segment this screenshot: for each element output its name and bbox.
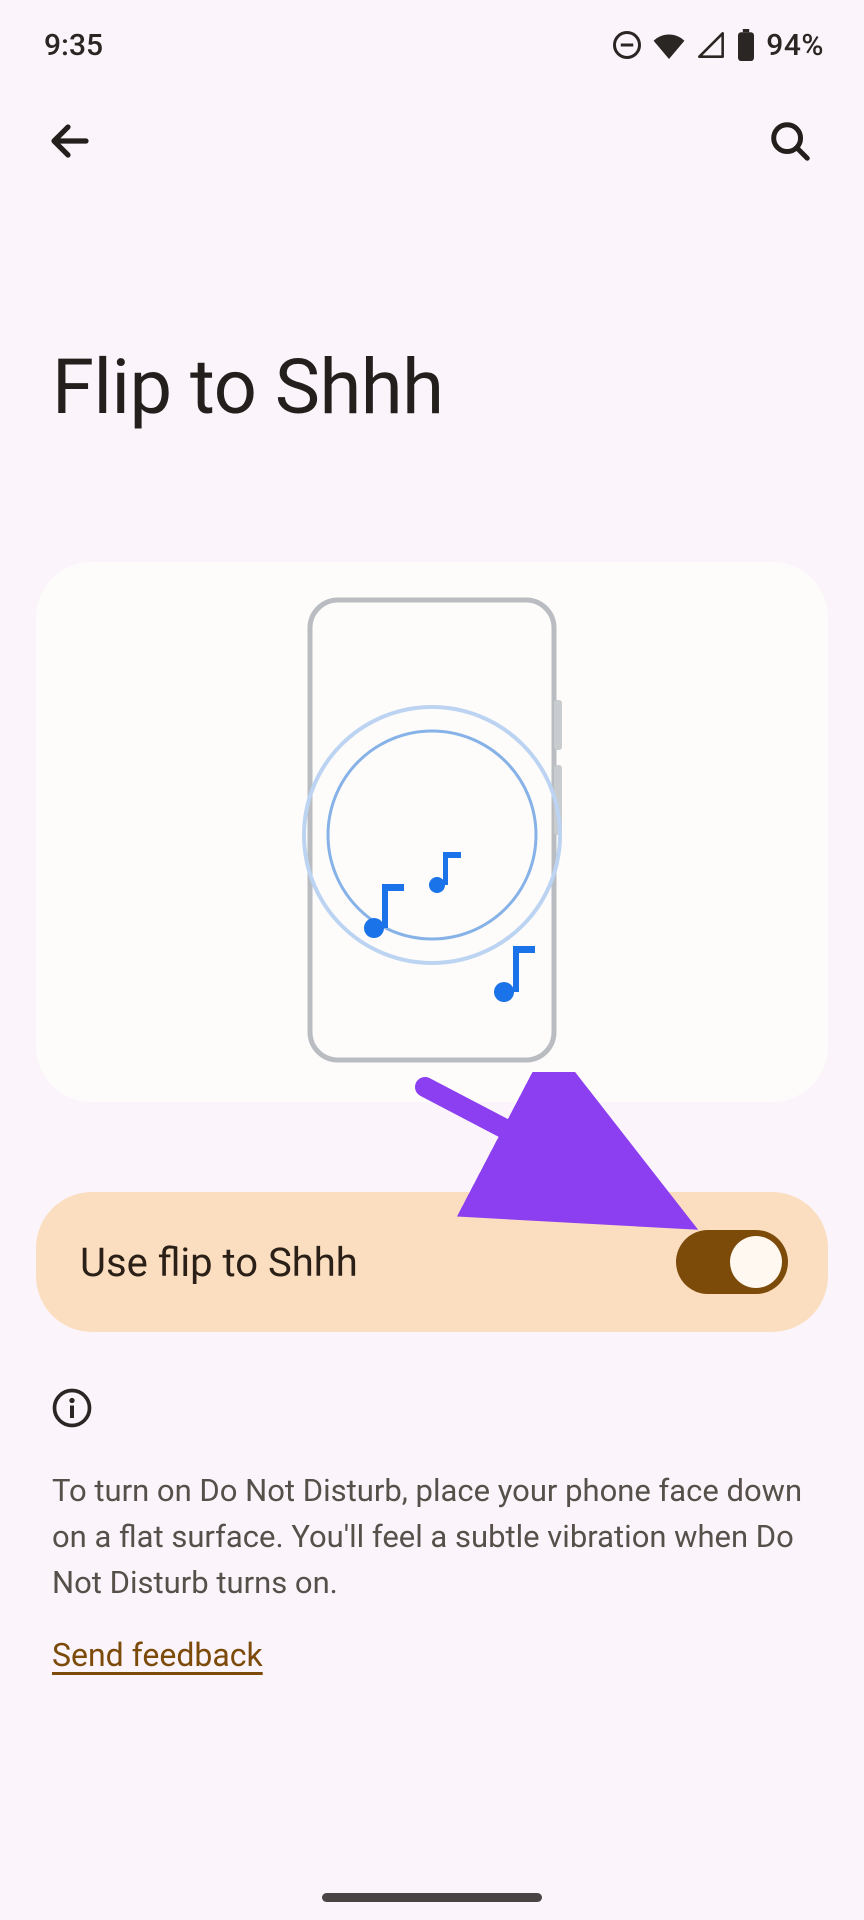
info-text: To turn on Do Not Disturb, place your ph… — [52, 1468, 812, 1606]
toggle-row[interactable]: Use flip to Shhh — [36, 1192, 828, 1332]
app-bar — [0, 72, 864, 172]
flip-shhh-illustration — [282, 590, 582, 1074]
status-time: 9:35 — [44, 28, 103, 63]
arrow-back-icon — [46, 117, 94, 168]
gesture-nav-handle[interactable] — [322, 1893, 542, 1902]
cell-signal-icon — [696, 31, 726, 59]
battery-icon — [736, 29, 756, 61]
battery-percent: 94% — [766, 28, 824, 63]
toggle-label: Use flip to Shhh — [80, 1239, 358, 1286]
illustration-card — [36, 562, 828, 1102]
dnd-icon — [612, 30, 642, 60]
page-title: Flip to Shhh — [0, 172, 864, 432]
send-feedback-link[interactable]: Send feedback — [52, 1636, 263, 1674]
search-button[interactable] — [760, 112, 820, 172]
search-icon — [767, 118, 813, 167]
info-block: To turn on Do Not Disturb, place your ph… — [52, 1388, 812, 1674]
back-button[interactable] — [40, 112, 100, 172]
toggle-switch[interactable] — [676, 1230, 788, 1294]
toggle-knob — [730, 1236, 782, 1288]
status-bar: 9:35 94% — [0, 0, 864, 72]
wifi-icon — [652, 31, 686, 59]
info-icon — [52, 1388, 812, 1432]
status-right: 94% — [612, 28, 824, 63]
